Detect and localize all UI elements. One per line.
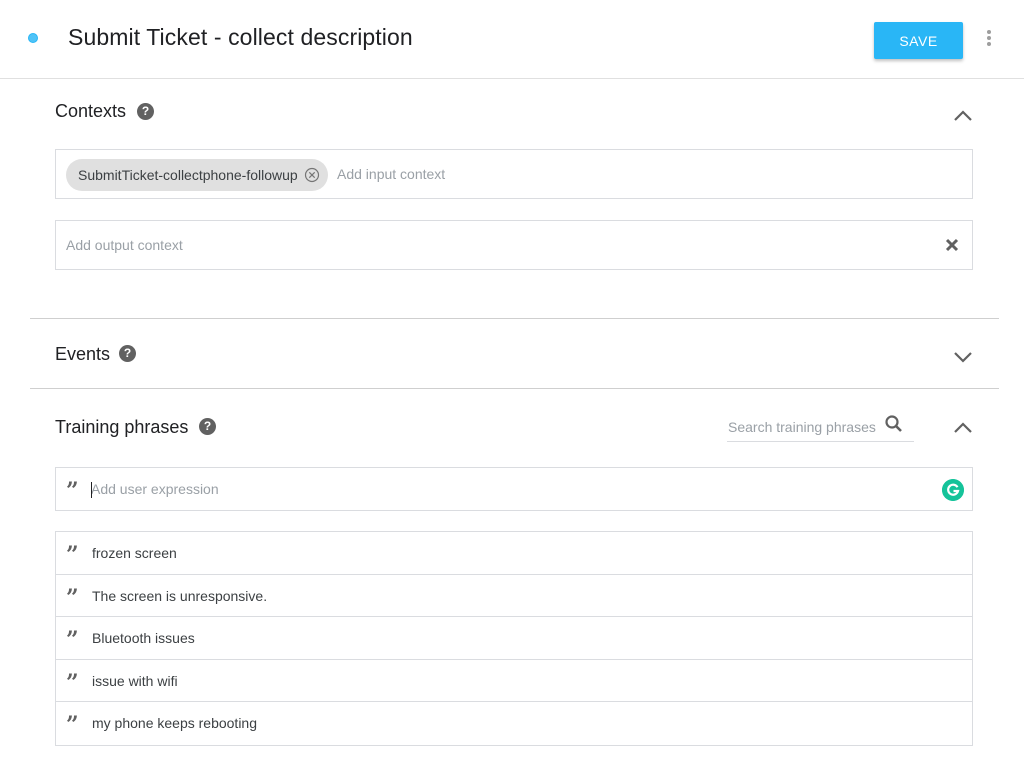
training-phrase-row[interactable]: ” issue with wifi [56,660,972,703]
input-context-field[interactable]: SubmitTicket-collectphone-followup [55,149,973,199]
intent-header: Submit Ticket - collect description SAVE [0,0,1024,79]
training-phrases-section-title[interactable]: Training phrases [55,417,188,438]
close-x-icon[interactable] [944,237,960,253]
chevron-up-icon[interactable] [953,109,973,123]
training-phrase-text[interactable]: The screen is unresponsive. [92,588,267,604]
grammarly-icon[interactable] [942,479,964,501]
user-expression-input[interactable] [91,478,931,500]
events-section-title[interactable]: Events [55,344,110,365]
section-divider [30,318,999,319]
input-context-chip[interactable]: SubmitTicket-collectphone-followup [66,159,328,191]
input-context-input[interactable] [337,150,956,198]
help-circle-icon[interactable]: ? [137,103,154,120]
training-phrase-text[interactable]: my phone keeps rebooting [92,715,257,731]
help-circle-icon[interactable]: ? [199,418,216,435]
intent-title[interactable]: Submit Ticket - collect description [68,24,413,51]
training-phrase-text[interactable]: frozen screen [92,545,177,561]
search-training-phrases-input[interactable] [728,417,878,437]
training-phrase-search[interactable] [727,412,914,442]
search-icon[interactable] [884,414,904,434]
help-circle-icon[interactable]: ? [119,345,136,362]
quote-icon: ” [66,712,79,739]
text-caret [91,482,92,498]
contexts-section-title[interactable]: Contexts [55,101,126,122]
chip-label: SubmitTicket-collectphone-followup [78,167,298,183]
training-phrase-text[interactable]: issue with wifi [92,673,178,689]
training-phrase-list: ” frozen screen ” The screen is unrespon… [55,531,973,746]
chevron-up-icon[interactable] [953,421,973,435]
quote-icon: ” [66,542,79,568]
quote-icon: ” [66,584,79,611]
section-divider [30,388,999,389]
quote-icon: ” [66,669,79,696]
training-phrase-row[interactable]: ” Bluetooth issues [56,617,972,660]
chip-remove-icon[interactable] [304,167,320,183]
chevron-down-icon[interactable] [953,350,973,364]
output-context-field[interactable] [55,220,973,270]
save-button[interactable]: SAVE [874,22,963,59]
add-user-expression-field[interactable]: ” [55,467,973,511]
quote-icon: ” [66,478,79,504]
training-phrase-row[interactable]: ” my phone keeps rebooting [56,702,972,745]
training-phrase-text[interactable]: Bluetooth issues [92,630,195,646]
training-phrase-row[interactable]: ” frozen screen [56,532,972,575]
more-vert-icon[interactable] [978,28,1000,50]
output-context-input[interactable] [66,221,926,269]
training-phrase-row[interactable]: ” The screen is unresponsive. [56,575,972,618]
quote-icon: ” [66,627,79,654]
status-dot [28,33,38,43]
